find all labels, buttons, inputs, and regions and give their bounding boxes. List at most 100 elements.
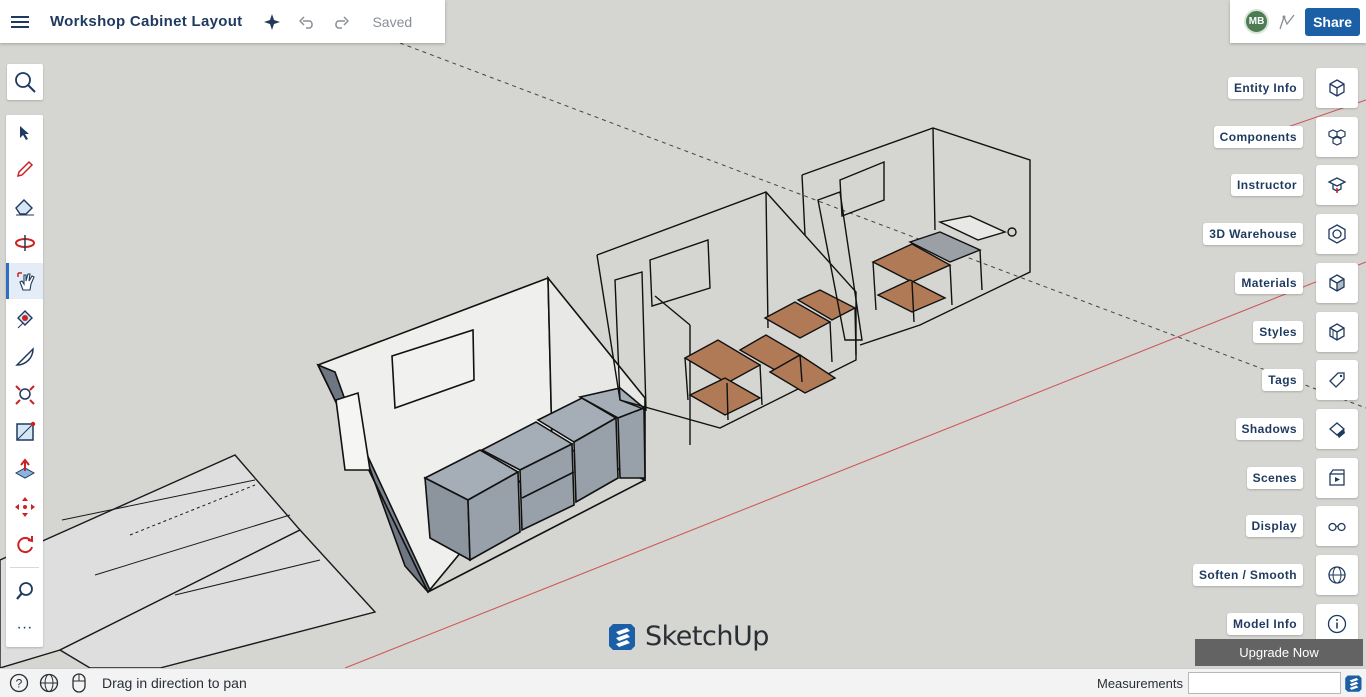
panel-button[interactable] (1316, 116, 1358, 157)
rotate-tool[interactable] (6, 526, 43, 562)
shadows-icon (1329, 422, 1345, 438)
panel-button[interactable] (1316, 262, 1358, 303)
panel-row-display: Display (1245, 506, 1358, 547)
floor-plan-drawing (0, 454, 377, 668)
measurements-input[interactable] (1188, 672, 1341, 694)
rotate-icon (16, 536, 33, 554)
sketchup-logo: SketchUp (607, 620, 769, 652)
panel-row-3d-warehouse: 3D Warehouse (1203, 214, 1358, 255)
panel-button[interactable] (1316, 408, 1358, 449)
move-tool[interactable] (6, 489, 43, 525)
panel-button[interactable] (1316, 360, 1358, 401)
panel-row-soften-smooth: Soften / Smooth (1193, 555, 1358, 595)
panel-label[interactable]: Model Info (1227, 612, 1303, 635)
panel-button[interactable] (1316, 165, 1358, 206)
save-status: Saved (372, 13, 413, 30)
language-button[interactable] (34, 669, 64, 697)
mouse-icon (72, 673, 86, 693)
scenes-icon (1329, 468, 1345, 486)
panel-label[interactable]: Tags (1262, 369, 1303, 392)
zoom-extents-icon (14, 385, 35, 405)
brand-name: SketchUp (645, 620, 769, 652)
hamburger-menu-button[interactable] (0, 0, 40, 43)
search-tool-button[interactable] (7, 64, 43, 100)
panel-row-model-info: Model Info (1227, 603, 1358, 644)
protractor-tool[interactable] (6, 339, 43, 375)
panel-row-tags: Tags (1262, 360, 1358, 401)
panel-row-components: Components (1213, 116, 1358, 157)
entity-info-icon (1329, 79, 1345, 97)
zoom-tool[interactable] (6, 573, 43, 609)
panel-button[interactable] (1316, 457, 1358, 498)
paint-tool[interactable] (6, 301, 43, 337)
redo-button[interactable] (324, 0, 358, 43)
panel-label[interactable]: Instructor (1230, 174, 1303, 197)
warehouse-icon (1328, 224, 1346, 244)
panel-label[interactable]: Components (1213, 125, 1303, 148)
components-icon (1328, 129, 1346, 146)
panel-button[interactable] (1316, 311, 1358, 352)
panel-button[interactable] (1316, 506, 1358, 547)
panel-label[interactable]: Shadows (1235, 417, 1303, 440)
left-toolbar: ··· (6, 115, 43, 647)
zoom-icon (15, 582, 33, 600)
toolbar-divider (10, 567, 39, 568)
pencil-icon (16, 160, 33, 178)
eraser-tool[interactable] (6, 188, 43, 224)
panel-label[interactable]: Styles (1253, 320, 1303, 343)
share-button[interactable]: Share (1305, 7, 1360, 36)
status-bar: ? Drag in direction to pan Measurements (0, 668, 1366, 697)
panel-row-scenes: Scenes (1246, 457, 1358, 498)
collaborate-icon[interactable] (1277, 12, 1297, 32)
svg-text:?: ? (16, 677, 23, 691)
panel-label[interactable]: Soften / Smooth (1193, 564, 1303, 586)
panel-row-entity-info: Entity Info (1227, 68, 1358, 108)
pan-tool[interactable] (6, 263, 43, 299)
panel-button[interactable] (1316, 555, 1358, 595)
panel-label[interactable]: Display (1245, 515, 1303, 538)
hamburger-icon (11, 15, 29, 28)
globe-icon (39, 673, 59, 693)
room-1 (316, 275, 646, 594)
rectangle-tool[interactable] (6, 414, 43, 450)
push-pull-tool[interactable] (6, 451, 43, 487)
mouse-hint-button[interactable] (64, 669, 94, 697)
materials-icon (1329, 274, 1345, 292)
3d-scene[interactable] (0, 0, 1366, 668)
panel-label[interactable]: 3D Warehouse (1203, 223, 1303, 246)
ai-sparkle-button[interactable] (256, 0, 290, 43)
orbit-icon (14, 235, 35, 251)
styles-icon (1329, 322, 1345, 341)
measurements-label: Measurements (1097, 676, 1183, 691)
upgrade-now-button[interactable]: Upgrade Now (1195, 639, 1363, 666)
panel-row-shadows: Shadows (1235, 408, 1358, 449)
top-right-bar: MB Share (1230, 0, 1366, 43)
pencil-tool[interactable] (6, 151, 43, 187)
panel-label[interactable]: Entity Info (1227, 77, 1303, 99)
panel-button[interactable] (1316, 603, 1358, 644)
soften-icon (1328, 566, 1346, 584)
search-icon (15, 72, 36, 93)
info-icon (1327, 614, 1347, 633)
select-tool[interactable] (6, 115, 43, 151)
protractor-icon (14, 347, 34, 366)
arrow-cursor-icon (19, 126, 29, 140)
panel-button[interactable] (1316, 214, 1358, 255)
more-tools-button[interactable]: ··· (6, 610, 43, 646)
redo-icon (335, 15, 350, 29)
zoom-extents-tool[interactable] (6, 377, 43, 413)
avatar[interactable]: MB (1244, 9, 1270, 34)
hand-pan-icon (17, 272, 35, 291)
panel-label[interactable]: Scenes (1246, 466, 1303, 489)
orbit-tool[interactable] (6, 225, 43, 261)
help-button[interactable]: ? (4, 669, 34, 697)
document-title[interactable]: Workshop Cabinet Layout (50, 13, 242, 30)
panel-label[interactable]: Materials (1235, 271, 1303, 294)
help-icon: ? (9, 673, 29, 693)
paint-bucket-icon (16, 310, 33, 329)
sparkle-icon (264, 13, 281, 30)
model-viewport[interactable] (0, 0, 1366, 668)
status-message: Drag in direction to pan (102, 675, 247, 691)
panel-button[interactable] (1316, 68, 1358, 108)
undo-button[interactable] (290, 0, 324, 43)
